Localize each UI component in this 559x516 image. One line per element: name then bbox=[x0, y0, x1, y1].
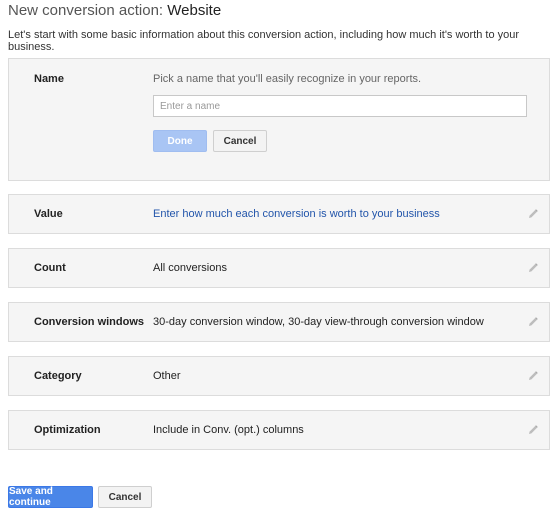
count-value: All conversions bbox=[153, 262, 227, 274]
pencil-icon[interactable] bbox=[527, 262, 539, 274]
value-label: Value bbox=[34, 208, 63, 220]
category-value: Other bbox=[153, 370, 181, 382]
conversion-windows-row[interactable]: Conversion windows 30-day conversion win… bbox=[8, 302, 550, 342]
conversion-windows-value: 30-day conversion window, 30-day view-th… bbox=[153, 316, 484, 328]
category-row[interactable]: Category Other bbox=[8, 356, 550, 396]
page-intro: Let's start with some basic information … bbox=[8, 29, 520, 53]
pencil-icon[interactable] bbox=[527, 208, 539, 220]
value-row[interactable]: Value Enter how much each conversion is … bbox=[8, 194, 550, 234]
page-title: New conversion action: Website bbox=[8, 2, 221, 19]
cancel-button[interactable]: Cancel bbox=[98, 486, 152, 508]
name-input[interactable] bbox=[153, 95, 527, 117]
pencil-icon[interactable] bbox=[527, 316, 539, 328]
count-row[interactable]: Count All conversions bbox=[8, 248, 550, 288]
optimization-row[interactable]: Optimization Include in Conv. (opt.) col… bbox=[8, 410, 550, 450]
optimization-value: Include in Conv. (opt.) columns bbox=[153, 424, 304, 436]
name-section: Name Pick a name that you'll easily reco… bbox=[8, 58, 550, 181]
done-button[interactable]: Done bbox=[153, 130, 207, 152]
conversion-action-page: New conversion action: Website Let's sta… bbox=[0, 0, 559, 516]
value-link[interactable]: Enter how much each conversion is worth … bbox=[153, 208, 440, 220]
conversion-windows-label: Conversion windows bbox=[34, 316, 145, 328]
pencil-icon[interactable] bbox=[527, 424, 539, 436]
page-title-name: Website bbox=[167, 2, 222, 19]
name-hint: Pick a name that you'll easily recognize… bbox=[153, 73, 422, 85]
category-label: Category bbox=[34, 370, 82, 382]
count-label: Count bbox=[34, 262, 66, 274]
save-and-continue-button[interactable]: Save and continue bbox=[8, 486, 93, 508]
name-cancel-button[interactable]: Cancel bbox=[213, 130, 267, 152]
page-title-prefix: New conversion action: bbox=[8, 2, 168, 19]
name-label: Name bbox=[34, 73, 64, 85]
pencil-icon[interactable] bbox=[527, 370, 539, 382]
optimization-label: Optimization bbox=[34, 424, 101, 436]
